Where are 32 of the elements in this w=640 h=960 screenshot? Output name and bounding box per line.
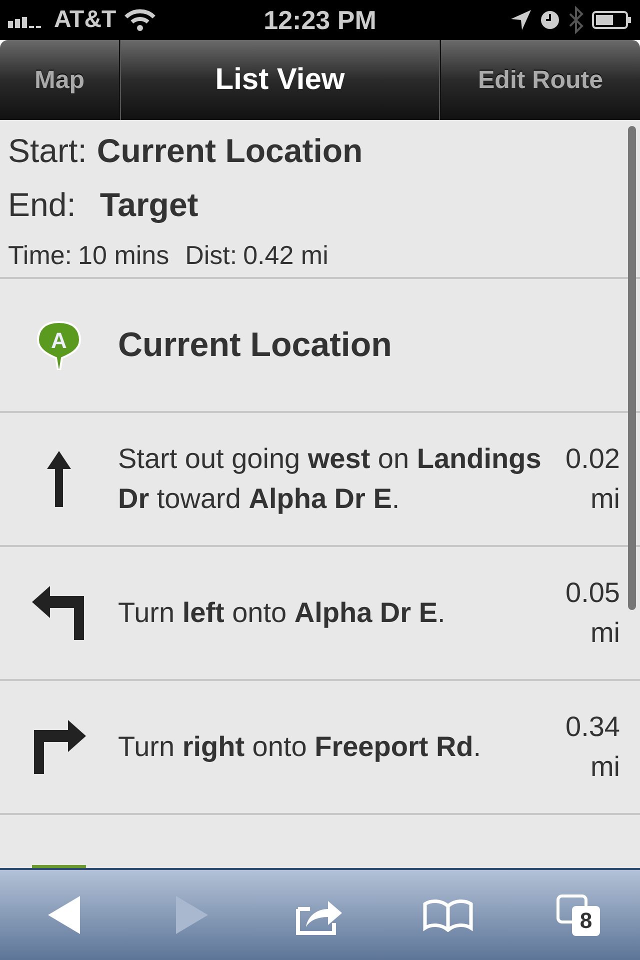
- distance-label: Dist:: [185, 240, 238, 271]
- tab-count: 8: [572, 906, 600, 936]
- page-title: List View: [214, 63, 346, 97]
- step-distance: 0.05 mi: [564, 576, 620, 650]
- wifi-icon: [124, 8, 156, 32]
- back-icon: [48, 896, 80, 934]
- step-distance: 0.02 mi: [564, 442, 620, 516]
- time-value: 10 mins: [78, 240, 170, 271]
- direction-text: Turn right onto Freeport Rd.: [118, 730, 482, 764]
- end-value: Target: [100, 186, 198, 224]
- clock: 12:23 PM: [264, 4, 376, 36]
- bluetooth-icon: [568, 6, 584, 34]
- start-label: Start:: [8, 132, 87, 170]
- direction-text: Turn left onto Alpha Dr E.: [118, 596, 446, 630]
- up-arrow-icon: [47, 451, 71, 507]
- map-pin-icon: A: [36, 320, 82, 370]
- location-arrow-icon: [510, 9, 532, 31]
- time-label: Time:: [8, 240, 72, 271]
- carrier-name: AT&T: [54, 6, 116, 34]
- step-distance: 0.34 mi: [564, 710, 620, 784]
- tabs-button[interactable]: 8: [526, 880, 626, 950]
- distance-value: 0.42 mi: [243, 240, 328, 271]
- direction-text: Start out going west on Landings Dr toward Alpha Dr E.: [118, 442, 542, 516]
- forward-icon: [176, 896, 208, 934]
- battery-icon: [592, 10, 632, 30]
- start-value: Current Location: [96, 132, 363, 170]
- book-icon: [423, 898, 473, 932]
- start-location: Current Location: [118, 326, 392, 364]
- clock-icon: [540, 10, 560, 30]
- turn-left-arrow-icon: [32, 586, 86, 640]
- turn-right-arrow-icon: [32, 720, 86, 774]
- end-label: End:: [8, 186, 76, 224]
